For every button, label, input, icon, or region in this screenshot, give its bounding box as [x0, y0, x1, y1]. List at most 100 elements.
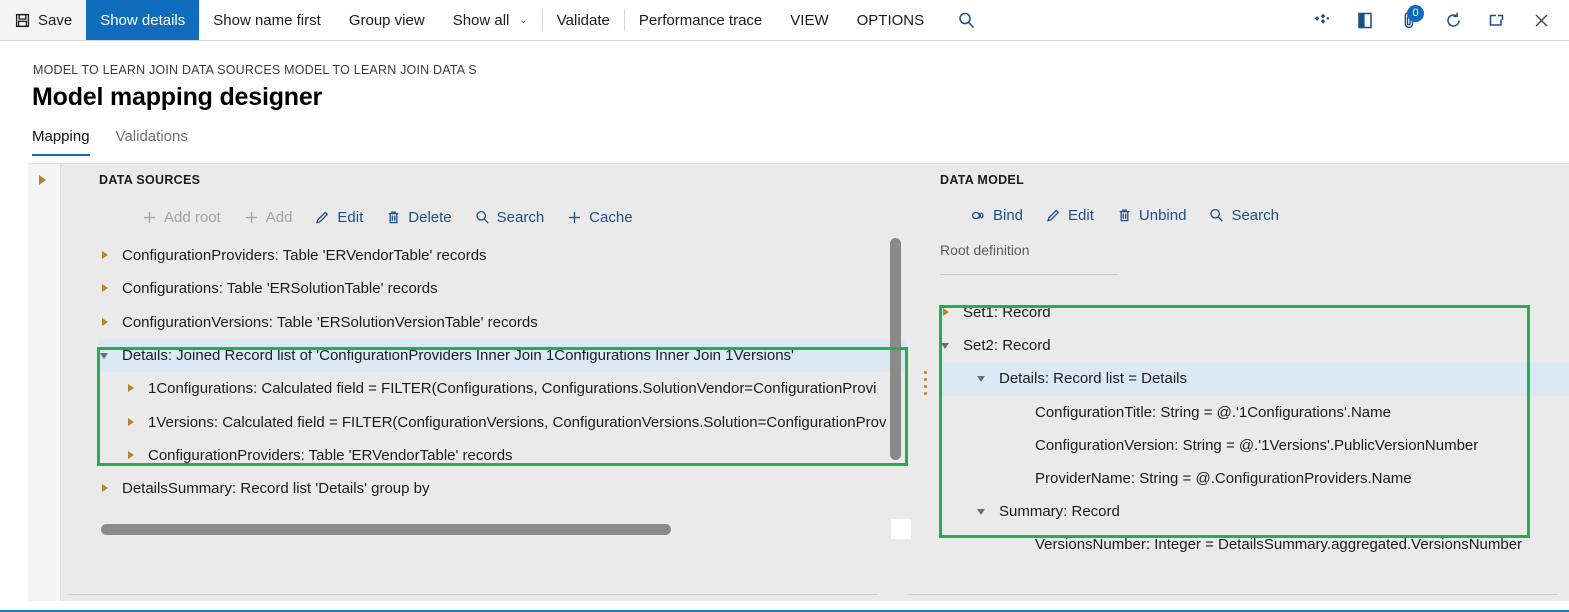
command-label: OPTIONS [856, 11, 925, 29]
tab-validations[interactable]: Validations [116, 128, 188, 156]
splitter-grip-icon [924, 369, 927, 397]
data-sources-horizontal-scrollbar[interactable] [101, 524, 671, 535]
diamond-settings-icon[interactable] [1299, 0, 1343, 41]
workspace-divider-right [908, 594, 1558, 595]
tree-row-label: Set2: Record [963, 337, 1051, 355]
collapse-twisty-icon[interactable] [976, 505, 989, 518]
tree-row[interactable]: VersionsNumber: Integer = DetailsSummary… [940, 528, 1569, 561]
data-model-bind-button[interactable]: Bind [968, 203, 1033, 228]
tool-label: Delete [408, 209, 452, 226]
expand-twisty-icon[interactable] [940, 306, 953, 319]
tree-row[interactable]: Set1: Record [940, 296, 1569, 329]
left-rail [28, 164, 61, 601]
data-sources-tree: ConfigurationProviders: Table 'ERVendorT… [99, 239, 906, 529]
twisty-placeholder [1012, 406, 1025, 419]
data-sources-edit-button[interactable]: Edit [312, 205, 373, 230]
command-validate-button[interactable]: Validate [543, 0, 624, 40]
data-model-edit-button[interactable]: Edit [1043, 203, 1104, 228]
popout-icon[interactable] [1475, 0, 1519, 41]
data-sources-add-button: Add [241, 205, 303, 230]
breadcrumb[interactable]: MODEL TO LEARN JOIN DATA SOURCES MODEL T… [33, 63, 477, 77]
command-group-view-button[interactable]: Group view [335, 0, 439, 40]
command-label: Group view [348, 11, 425, 29]
tree-row[interactable]: 1Versions: Calculated field = FILTER(Con… [99, 405, 906, 438]
attachment-icon[interactable]: 0 [1387, 0, 1431, 41]
chevron-down-icon: ⌄ [519, 14, 528, 26]
root-definition-label: Root definition [940, 242, 1030, 258]
tree-row[interactable]: ConfigurationProviders: Table 'ERVendorT… [99, 439, 906, 472]
attachment-badge-count: 0 [1407, 4, 1424, 22]
command-options-button[interactable]: OPTIONS [843, 0, 939, 40]
tool-label: Search [496, 209, 545, 226]
expand-twisty-icon[interactable] [125, 382, 138, 395]
tree-row-label: VersionsNumber: Integer = DetailsSummary… [1035, 536, 1523, 554]
data-model-search-button[interactable]: Search [1206, 203, 1289, 228]
book-open-icon[interactable] [1343, 0, 1387, 41]
command-save-button[interactable]: Save [0, 0, 87, 40]
twisty-placeholder [1012, 439, 1025, 452]
tree-row[interactable]: ProviderName: String = @.ConfigurationPr… [940, 462, 1569, 495]
data-model-tree: Set1: Record Set2: Record Details: Record … [940, 296, 1569, 562]
data-sources-panel: DATA SOURCES Add root Add Edit Delete Search… [61, 164, 911, 601]
command-show-details-button[interactable]: Show details [86, 0, 200, 40]
tree-row[interactable]: 1Configurations: Calculated field = FILT… [99, 372, 906, 405]
tree-row[interactable]: ConfigurationVersion: String = @.'1Versi… [940, 429, 1569, 462]
tree-row[interactable]: Details: Record list = Details [940, 362, 1569, 396]
rail-expand-icon[interactable] [39, 175, 46, 185]
command-show-name-first-button[interactable]: Show name first [199, 0, 335, 40]
scrollbar-corner [891, 519, 911, 539]
command-bar-items: Save Show details Show name first Group vie… [0, 0, 938, 40]
trash-icon [1116, 207, 1133, 224]
panels-container: DATA SOURCES Add root Add Edit Delete Search… [61, 164, 1569, 601]
command-performance-trace-button[interactable]: Performance trace [625, 0, 776, 40]
page-header: MODEL TO LEARN JOIN DATA SOURCES MODEL T… [0, 41, 1569, 120]
collapse-twisty-icon[interactable] [976, 372, 989, 385]
command-bar: Save Show details Show name first Group vie… [0, 0, 1569, 41]
tree-row-label: 1Versions: Calculated field = FILTER(Con… [148, 413, 887, 431]
collapse-twisty-icon[interactable] [99, 349, 112, 362]
data-sources-search-button[interactable]: Search [472, 205, 555, 230]
tree-row-label: ConfigurationProviders: Table 'ERVendorT… [148, 446, 513, 464]
command-view-button[interactable]: VIEW [776, 0, 842, 40]
expand-twisty-icon[interactable] [99, 316, 112, 329]
data-sources-title: DATA SOURCES [99, 173, 201, 187]
data-model-unbind-button[interactable]: Unbind [1114, 203, 1197, 228]
search-icon[interactable] [944, 0, 988, 41]
expand-twisty-icon[interactable] [125, 449, 138, 462]
tree-row[interactable]: Configurations: Table 'ERSolutionTable' … [99, 272, 906, 305]
command-show-all-button[interactable]: Show all ⌄ [439, 0, 542, 40]
panel-splitter[interactable] [916, 164, 936, 601]
tree-row-label: Set1: Record [963, 304, 1051, 322]
tree-row[interactable]: Summary: Record [940, 495, 1569, 528]
pencil-icon [314, 209, 331, 226]
close-icon[interactable] [1519, 0, 1563, 41]
expand-twisty-icon[interactable] [99, 482, 112, 495]
tree-row-label: Configurations: Table 'ERSolutionTable' … [122, 280, 438, 298]
tree-row[interactable]: ConfigurationTitle: String = @.'1Configu… [940, 396, 1569, 429]
tool-label: Search [1231, 207, 1279, 224]
tree-row[interactable]: ConfigurationVersions: Table 'ERSolution… [99, 306, 906, 339]
command-label: Show name first [213, 11, 321, 29]
twisty-placeholder [1012, 472, 1025, 485]
expand-twisty-icon[interactable] [99, 282, 112, 295]
tree-row[interactable]: DetailsSummary: Record list 'Details' gr… [99, 472, 906, 505]
tree-row[interactable]: Set2: Record [940, 329, 1569, 362]
data-sources-delete-button[interactable]: Delete [383, 205, 461, 230]
search-icon [474, 209, 491, 226]
tree-row-label: ConfigurationTitle: String = @.'1Configu… [1035, 403, 1391, 421]
data-sources-cache-button[interactable]: Cache [564, 205, 642, 230]
tree-row[interactable]: ConfigurationProviders: Table 'ERVendorT… [99, 239, 906, 272]
expand-twisty-icon[interactable] [125, 416, 138, 429]
collapse-twisty-icon[interactable] [940, 339, 953, 352]
data-sources-vertical-scrollbar[interactable] [890, 238, 901, 460]
workspace-divider-left [68, 594, 878, 595]
refresh-icon[interactable] [1431, 0, 1475, 41]
expand-twisty-icon[interactable] [99, 249, 112, 262]
tool-label: Add root [164, 209, 221, 226]
tool-label: Add [265, 209, 293, 226]
tool-label: Unbind [1138, 207, 1187, 224]
tree-row-label: Details: Record list = Details [999, 370, 1187, 388]
tree-row-label: ConfigurationProviders: Table 'ERVendorT… [122, 247, 487, 265]
tree-row[interactable]: Details: Joined Record list of 'Configur… [99, 338, 906, 373]
tab-mapping[interactable]: Mapping [32, 128, 90, 156]
